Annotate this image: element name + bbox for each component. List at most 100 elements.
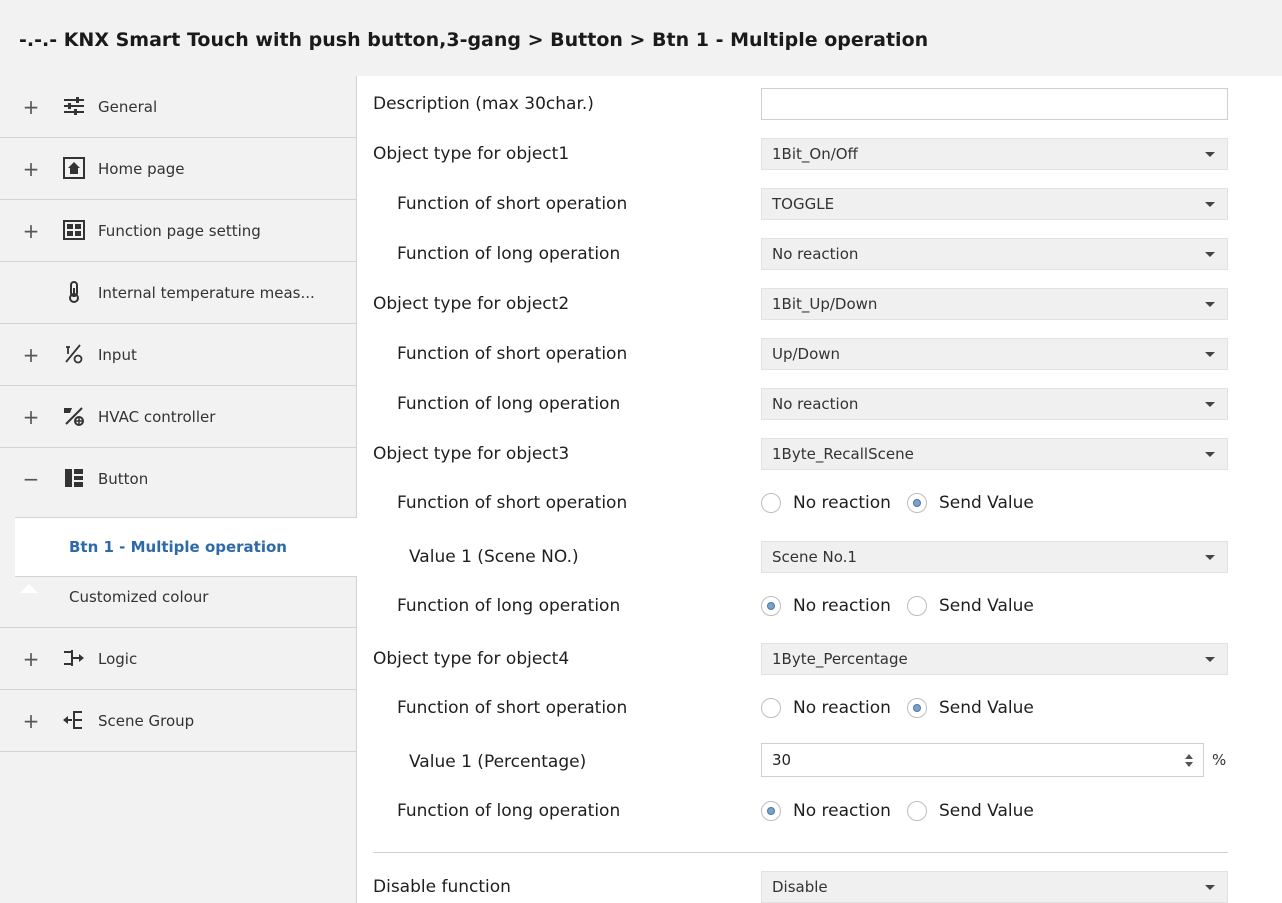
select-value: 1Bit_On/Off [772, 145, 858, 163]
obj2-long-label: Function of long operation [397, 394, 621, 414]
obj3-short-label: Function of short operation [397, 493, 628, 513]
sidebar-item-label: Input [98, 345, 137, 364]
select-value: 1Byte_Percentage [772, 650, 908, 668]
radio-no-reaction[interactable]: No reaction [761, 493, 891, 513]
select-value: Disable [772, 878, 828, 896]
obj1-type-label: Object type for object1 [373, 144, 570, 164]
select-value: Scene No.1 [772, 548, 857, 566]
obj1-long-select[interactable]: No reaction [761, 238, 1228, 270]
obj3-short-radio-group: No reaction Send Value [761, 487, 1050, 519]
percent-unit: % [1212, 751, 1227, 769]
sidebar-item-hvac-controller[interactable]: + HVAC controller [0, 386, 356, 448]
spin-down-icon[interactable] [1185, 762, 1193, 767]
radio-send-value[interactable]: Send Value [906, 698, 1034, 718]
section-divider [373, 852, 1228, 853]
sidebar-item-label: Function page setting [98, 221, 261, 240]
chevron-down-icon [1205, 302, 1215, 307]
sidebar-item-function-page-setting[interactable]: + Function page setting [0, 200, 356, 262]
chevron-down-icon [1205, 885, 1215, 890]
obj1-type-select[interactable]: 1Bit_On/Off [761, 138, 1228, 170]
sliders-icon [64, 97, 84, 115]
chevron-down-icon [1205, 152, 1215, 157]
expand-icon[interactable]: + [21, 200, 41, 261]
grid-icon [63, 220, 85, 240]
collapse-icon[interactable]: − [21, 448, 41, 510]
disable-function-label: Disable function [373, 877, 511, 897]
sidebar-item-button[interactable]: − Button [0, 448, 356, 510]
input-icon [65, 344, 83, 364]
expand-icon [21, 262, 41, 323]
obj3-type-select[interactable]: 1Byte_RecallScene [761, 438, 1228, 470]
radio-send-value[interactable]: Send Value [906, 493, 1034, 513]
select-value: Up/Down [772, 345, 841, 363]
expand-icon[interactable]: + [21, 690, 41, 751]
expand-icon[interactable]: + [21, 138, 41, 199]
expand-icon[interactable]: + [21, 386, 41, 447]
obj4-value-spinbox[interactable]: 30 [761, 743, 1204, 777]
obj2-long-select[interactable]: No reaction [761, 388, 1228, 420]
radio-circle[interactable] [761, 698, 781, 718]
sidebar-item-label: Home page [98, 159, 185, 178]
home-icon [63, 157, 85, 179]
obj2-short-select[interactable]: Up/Down [761, 338, 1228, 370]
obj3-value-label: Value 1 (Scene NO.) [409, 547, 579, 567]
obj3-type-label: Object type for object3 [373, 444, 570, 464]
spinbox-value: 30 [772, 751, 792, 769]
radio-circle-selected[interactable] [906, 493, 927, 513]
sidebar-subitem-customized-colour[interactable]: Customized colour [0, 567, 356, 628]
radio-circle-selected[interactable] [761, 596, 781, 616]
select-value: TOGGLE [772, 195, 835, 213]
sidebar-item-logic[interactable]: + Logic [0, 628, 356, 690]
sidebar-subitem-label: Customized colour [69, 588, 209, 606]
expand-icon[interactable]: + [21, 324, 41, 385]
page-title: -.-.- KNX Smart Touch with push button,3… [19, 29, 929, 51]
sidebar: + General + Home page + Function page se… [0, 76, 357, 903]
sidebar-item-label: Internal temperature meas... [98, 283, 315, 302]
obj4-long-label: Function of long operation [397, 801, 621, 821]
radio-circle[interactable] [761, 493, 781, 513]
select-value: No reaction [772, 245, 859, 263]
radio-send-value[interactable]: Send Value [906, 596, 1034, 616]
sidebar-item-input[interactable]: + Input [0, 324, 356, 386]
chevron-down-icon [1205, 452, 1215, 457]
sidebar-item-general[interactable]: + General [0, 76, 356, 138]
obj3-value-select[interactable]: Scene No.1 [761, 541, 1228, 573]
description-input[interactable] [761, 88, 1228, 120]
obj2-type-select[interactable]: 1Bit_Up/Down [761, 288, 1228, 320]
obj4-type-select[interactable]: 1Byte_Percentage [761, 643, 1228, 675]
spin-up-icon[interactable] [1185, 754, 1193, 759]
hvac-icon [64, 407, 84, 426]
sidebar-item-label: Scene Group [98, 711, 195, 730]
disable-function-select[interactable]: Disable [761, 871, 1228, 903]
radio-label: No reaction [793, 801, 891, 821]
sidebar-item-internal-temperature[interactable]: Internal temperature meas... [0, 262, 356, 324]
obj4-short-label: Function of short operation [397, 698, 628, 718]
sidebar-item-home-page[interactable]: + Home page [0, 138, 356, 200]
chevron-down-icon [1205, 657, 1215, 662]
radio-label: Send Value [938, 698, 1034, 718]
select-value: 1Bit_Up/Down [772, 295, 878, 313]
radio-label: No reaction [793, 493, 891, 513]
radio-no-reaction[interactable]: No reaction [761, 801, 891, 821]
button-icon [65, 469, 83, 487]
sidebar-item-scene-group[interactable]: + Scene Group [0, 690, 356, 752]
radio-circle-selected[interactable] [761, 801, 781, 821]
radio-circle[interactable] [906, 596, 927, 616]
radio-circle-selected[interactable] [906, 698, 927, 718]
radio-circle[interactable] [906, 801, 927, 821]
obj4-type-label: Object type for object4 [373, 649, 570, 669]
sidebar-item-label: General [98, 97, 158, 116]
obj1-short-select[interactable]: TOGGLE [761, 188, 1228, 220]
title-bar: -.-.- KNX Smart Touch with push button,3… [0, 0, 1282, 76]
radio-no-reaction[interactable]: No reaction [761, 698, 891, 718]
select-value: 1Byte_RecallScene [772, 445, 914, 463]
radio-label: No reaction [793, 698, 891, 718]
expand-icon[interactable]: + [21, 628, 41, 689]
obj2-short-label: Function of short operation [397, 344, 628, 364]
obj4-long-radio-group: No reaction Send Value [761, 795, 1050, 827]
radio-label: No reaction [793, 596, 891, 616]
radio-send-value[interactable]: Send Value [906, 801, 1034, 821]
expand-icon[interactable]: + [21, 76, 41, 137]
radio-no-reaction[interactable]: No reaction [761, 596, 891, 616]
obj4-value-label: Value 1 (Percentage) [409, 752, 587, 772]
